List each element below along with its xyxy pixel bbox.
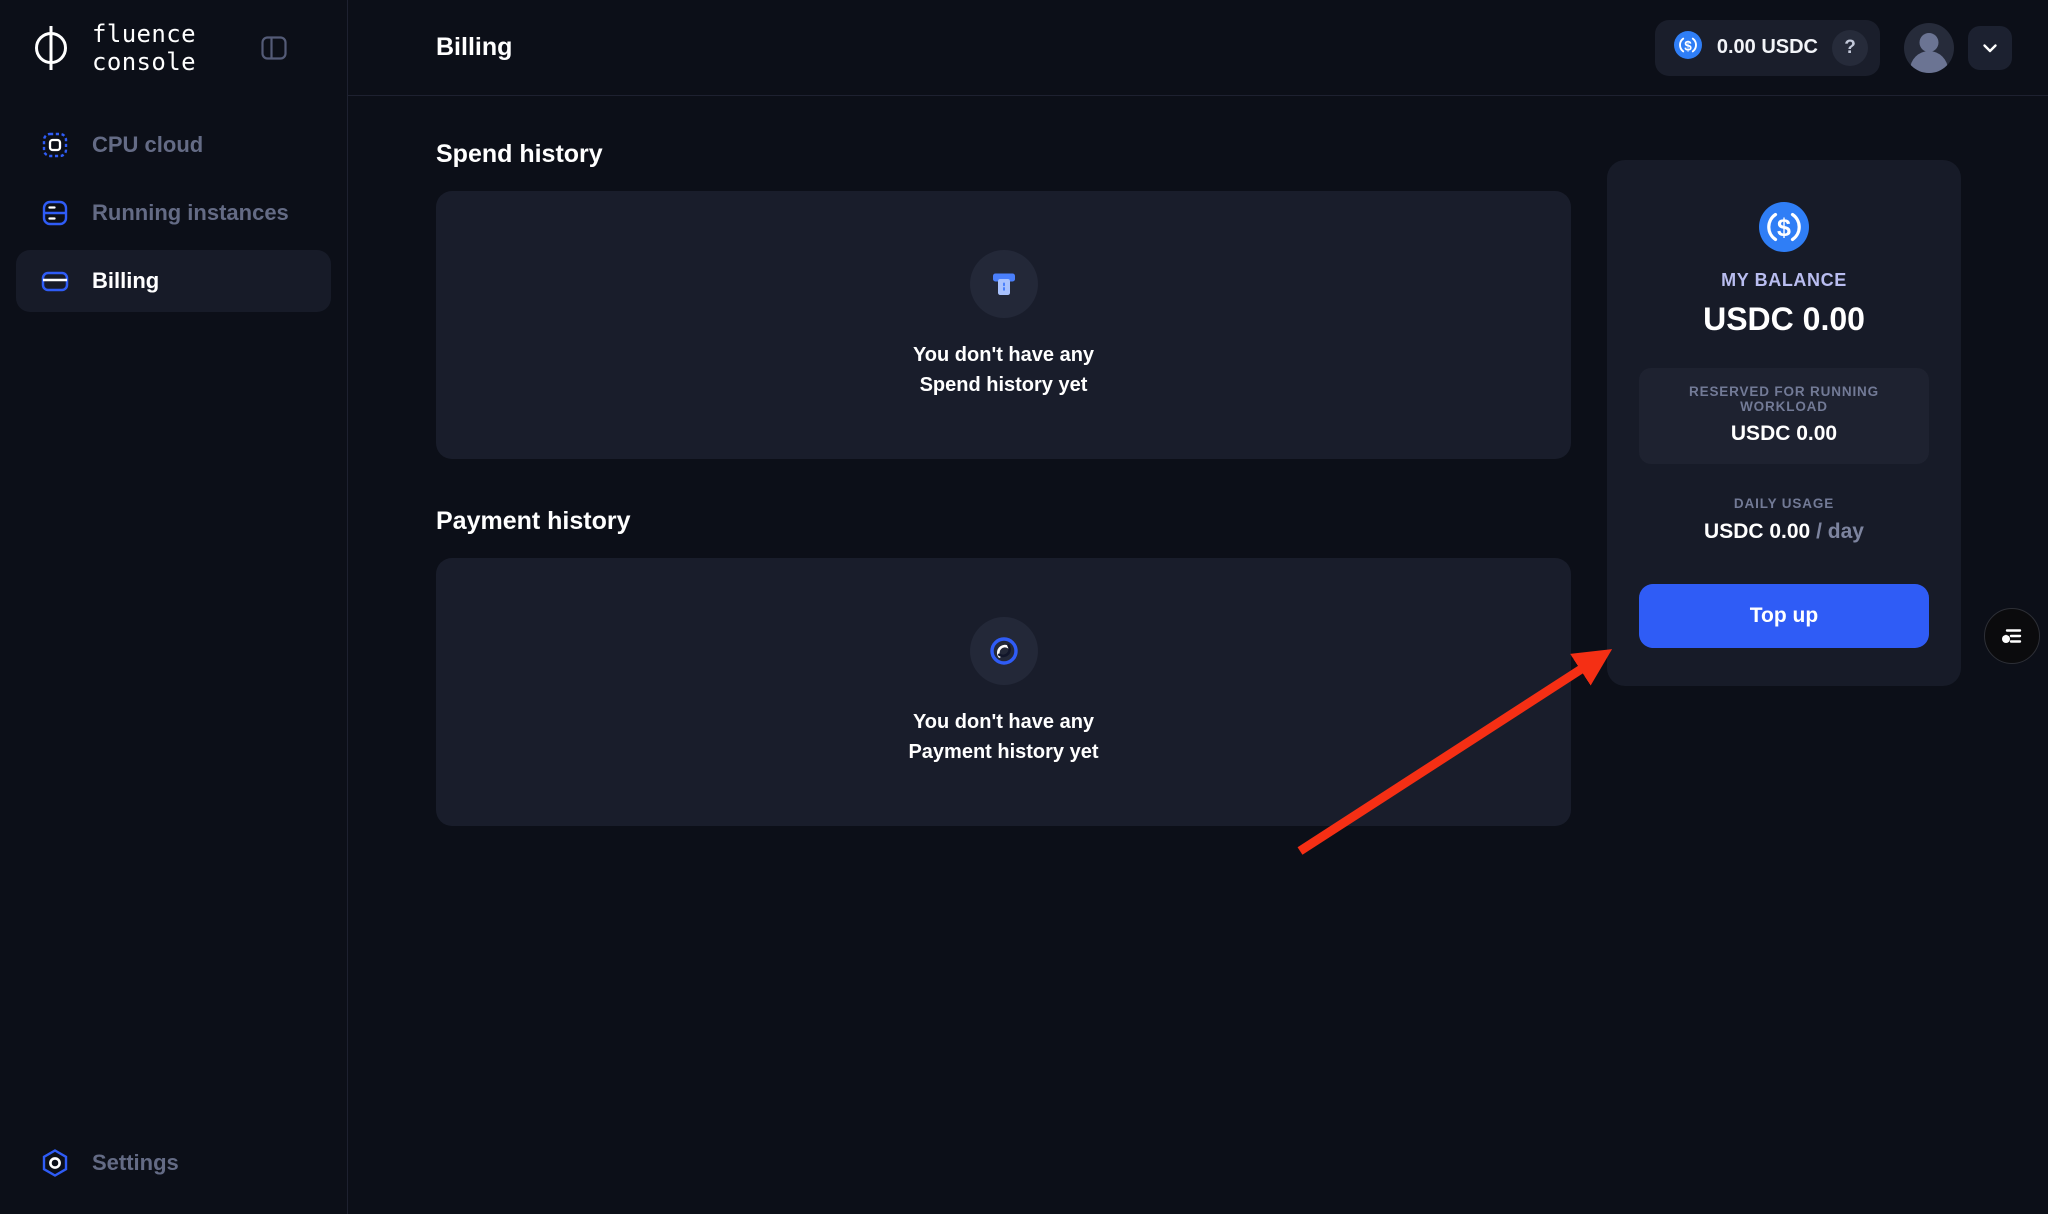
spend-history-empty-text: You don't have any Spend history yet	[912, 344, 1095, 396]
balance-amount: USDC 0.00	[1703, 301, 1865, 337]
header-balance-pill[interactable]: $ 0.00 USDC ?	[1654, 19, 1880, 76]
filter-list-icon[interactable]	[1984, 608, 2040, 664]
header-balance-amount: 0.00 USDC	[1716, 36, 1818, 58]
sidebar-footer: Settings	[0, 1132, 347, 1194]
phi-logo-icon	[28, 22, 74, 74]
spend-history-empty-card: You don't have any Spend history yet	[436, 191, 1571, 459]
reserved-label: RESERVED FOR RUNNING WORKLOAD	[1688, 384, 1880, 414]
brand-logo-group[interactable]: fluence console	[28, 20, 196, 76]
usdc-coin-icon: $	[1673, 30, 1703, 65]
sidebar-item-billing[interactable]: Billing	[16, 250, 331, 312]
sidebar-item-settings[interactable]: Settings	[16, 1132, 331, 1194]
payment-history-empty-card: You don't have any Payment history yet	[436, 558, 1571, 826]
daily-usage-suffix: / day	[1810, 520, 1864, 543]
daily-usage-label: DAILY USAGE	[1733, 496, 1835, 511]
usdc-coin-icon: $	[1757, 200, 1811, 254]
spend-history-title: Spend history	[436, 140, 603, 168]
payment-history-title: Payment history	[436, 507, 631, 535]
sidebar-item-label: Settings	[92, 1150, 179, 1175]
user-avatar-icon[interactable]	[1904, 22, 1954, 73]
server-icon	[38, 196, 72, 230]
reserved-value: USDC 0.00	[1730, 422, 1838, 445]
brand-name: fluence console	[92, 19, 196, 76]
balance-label: MY BALANCE	[1721, 270, 1847, 290]
sidebar-nav: CPU cloud Running instances Billing	[0, 114, 347, 312]
help-icon[interactable]: ?	[1832, 29, 1868, 66]
sidebar-item-cpu-cloud[interactable]: CPU cloud	[16, 114, 331, 176]
sidebar-item-label: CPU cloud	[92, 132, 204, 157]
sidebar: fluence console CPU cloud Running instan…	[0, 0, 348, 1214]
credit-card-icon	[38, 264, 72, 298]
main-area: Billing $ 0.00 USDC ? Spend history You …	[348, 0, 2048, 1214]
daily-usage-amount: USDC 0.00	[1704, 520, 1811, 543]
transaction-circle-icon	[969, 617, 1038, 685]
page-title: Billing	[436, 33, 513, 61]
daily-usage-block: DAILY USAGE USDC 0.00 / day	[1639, 496, 1929, 544]
cpu-chip-icon	[38, 128, 72, 162]
payment-history-empty-text: You don't have any Payment history yet	[908, 711, 1099, 763]
daily-usage-value: USDC 0.00 / day	[1639, 520, 1929, 544]
reserved-workload-box: RESERVED FOR RUNNING WORKLOAD USDC 0.00	[1639, 368, 1929, 464]
content-area: Spend history You don't have any Spend h…	[348, 96, 2048, 1214]
balance-card: $ MY BALANCE USDC 0.00 RESERVED FOR RUNN…	[1607, 160, 1961, 686]
brand-row: fluence console	[0, 0, 347, 96]
chevron-down-icon[interactable]	[1968, 25, 2012, 70]
top-bar: Billing $ 0.00 USDC ?	[348, 0, 2048, 96]
sidebar-item-label: Running instances	[92, 200, 289, 225]
top-up-button[interactable]: Top up	[1639, 584, 1929, 648]
settings-hex-icon	[38, 1146, 72, 1180]
sidebar-item-label: Billing	[92, 268, 160, 293]
sidebar-collapse-icon[interactable]	[256, 30, 292, 66]
atm-card-slot-icon	[969, 250, 1038, 318]
history-column: Spend history You don't have any Spend h…	[436, 140, 1571, 826]
svg-text:$: $	[1684, 38, 1692, 53]
sidebar-item-running-instances[interactable]: Running instances	[16, 182, 331, 244]
app-root: fluence console CPU cloud Running instan…	[0, 0, 2048, 1214]
svg-text:$: $	[1777, 214, 1791, 242]
top-bar-right: $ 0.00 USDC ?	[1654, 19, 2012, 76]
